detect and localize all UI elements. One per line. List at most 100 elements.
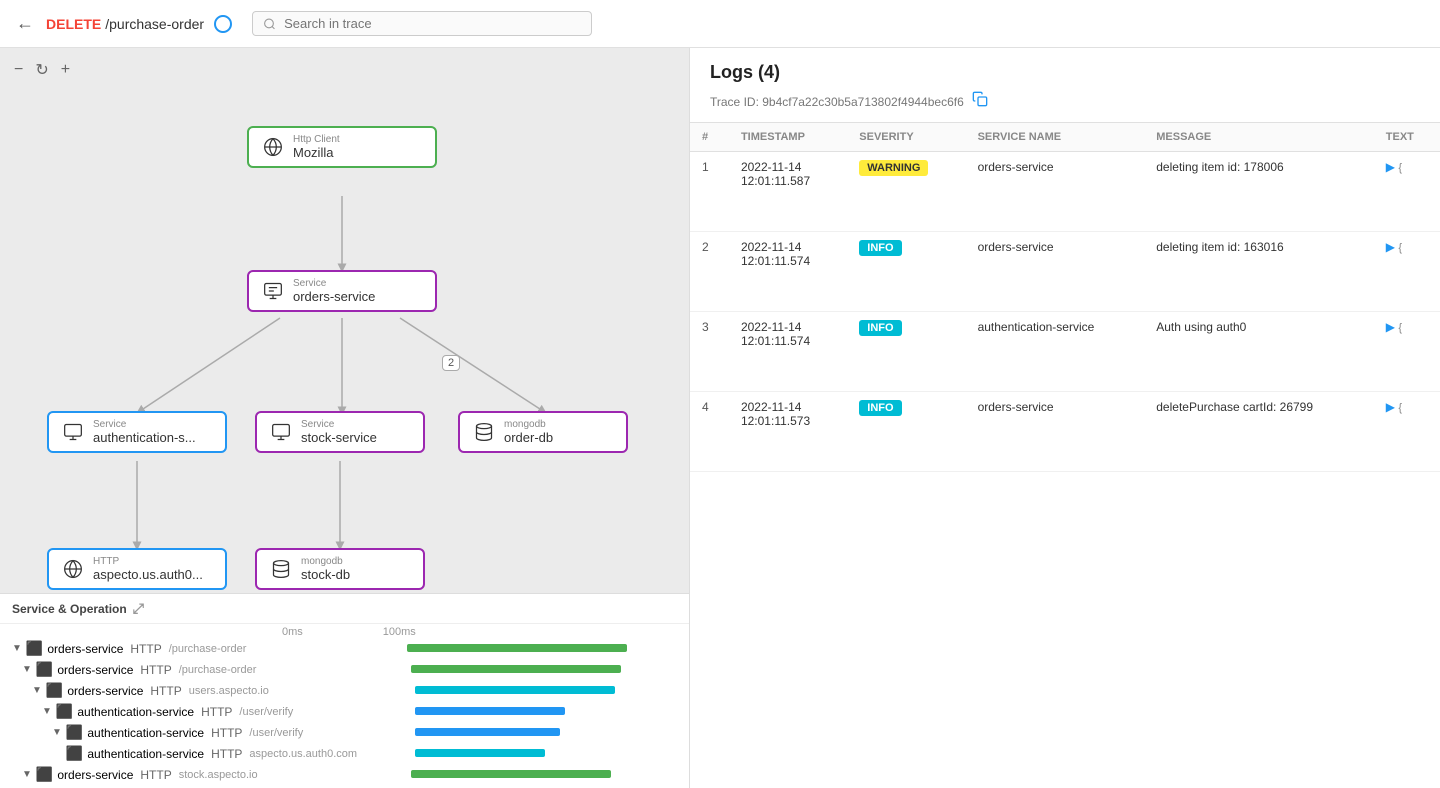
log-message-2: deleting item id: 163016	[1144, 232, 1374, 312]
bottom-list: ▼ ⬛ orders-service HTTP /purchase-order …	[0, 638, 689, 788]
log-num-4: 4	[690, 392, 729, 472]
mongodb-order-type-label: mongodb	[504, 419, 553, 430]
log-timestamp-3: 2022-11-14 12:01:11.574	[729, 312, 847, 392]
stock-service-icon	[269, 420, 293, 444]
log-message-1: deleting item id: 178006	[1144, 152, 1374, 232]
item-protocol-5: HTTP	[211, 747, 242, 761]
timeline-label-0ms: 0ms	[282, 626, 303, 638]
node-auth-service[interactable]: Service authentication-s...	[47, 411, 227, 453]
log-severity-1: WARNING	[847, 152, 965, 232]
col-message: MESSAGE	[1144, 123, 1374, 152]
service-icon-3: ⬛	[56, 703, 73, 720]
header: ← DELETE /purchase-order	[0, 0, 1440, 48]
http-auth-name-label: aspecto.us.auth0...	[93, 567, 203, 582]
log-row-1[interactable]: 1 2022-11-14 12:01:11.587 WARNING orders…	[690, 152, 1440, 232]
http-client-icon	[261, 135, 285, 159]
log-text-3[interactable]: ▶ {	[1374, 312, 1440, 392]
item-path-0: /purchase-order	[169, 643, 247, 655]
log-severity-2: INFO	[847, 232, 965, 312]
zoom-in-button[interactable]: +	[59, 58, 72, 82]
resize-icon: ⤢	[133, 600, 144, 617]
bottom-panel-header: Service & Operation ⤢	[0, 594, 689, 624]
item-service-3: authentication-service	[77, 705, 194, 719]
log-text-1[interactable]: ▶ {	[1374, 152, 1440, 232]
log-num-1: 1	[690, 152, 729, 232]
log-service-1: orders-service	[966, 152, 1145, 232]
node-mongodb-stock[interactable]: mongodb stock-db	[255, 548, 425, 590]
service-icon-4: ⬛	[66, 724, 83, 741]
back-button[interactable]: ←	[16, 13, 34, 34]
service-icon-5: ⬛	[66, 745, 83, 762]
orders-service-icon	[261, 279, 285, 303]
node-http-auth[interactable]: HTTP aspecto.us.auth0...	[47, 548, 227, 590]
timeline-label-100ms: 100ms	[383, 626, 416, 638]
stock-name-label: stock-service	[301, 430, 377, 445]
log-row-2[interactable]: 2 2022-11-14 12:01:11.574 INFO orders-se…	[690, 232, 1440, 312]
col-timestamp: TIMESTAMP	[729, 123, 847, 152]
stock-type-label: Service	[301, 419, 377, 430]
col-text: TEXT	[1374, 123, 1440, 152]
log-row-4[interactable]: 4 2022-11-14 12:01:11.573 INFO orders-se…	[690, 392, 1440, 472]
col-num: #	[690, 123, 729, 152]
search-input[interactable]	[284, 16, 581, 31]
main-layout: − ↻ +	[0, 48, 1440, 788]
chevron-0[interactable]: ▼	[12, 643, 22, 654]
chevron-4[interactable]: ▼	[52, 727, 62, 738]
service-icon-6: ⬛	[36, 766, 53, 783]
reset-button[interactable]: ↻	[33, 58, 50, 82]
graph-controls: − ↻ +	[12, 58, 72, 82]
http-method: DELETE	[46, 16, 101, 32]
auth-name-label: authentication-s...	[93, 430, 196, 445]
search-bar[interactable]	[252, 11, 592, 36]
col-severity: SEVERITY	[847, 123, 965, 152]
item-path-5: aspecto.us.auth0.com	[249, 748, 357, 760]
log-row-3[interactable]: 3 2022-11-14 12:01:11.574 INFO authentic…	[690, 312, 1440, 392]
node-http-client[interactable]: Http Client Mozilla	[247, 126, 437, 168]
copy-icon[interactable]	[972, 91, 988, 112]
item-protocol-3: HTTP	[201, 705, 232, 719]
item-path-4: /user/verify	[249, 727, 303, 739]
chevron-3[interactable]: ▼	[42, 706, 52, 717]
mongodb-stock-icon	[269, 557, 293, 581]
log-service-2: orders-service	[966, 232, 1145, 312]
log-num-3: 3	[690, 312, 729, 392]
chevron-6[interactable]: ▼	[22, 769, 32, 780]
item-path-1: /purchase-order	[179, 664, 257, 676]
zoom-out-button[interactable]: −	[12, 58, 25, 82]
item-service-4: authentication-service	[87, 726, 204, 740]
status-circle	[214, 15, 232, 33]
log-message-3: Auth using auth0	[1144, 312, 1374, 392]
node-type-label: Http Client	[293, 134, 340, 145]
item-service-1: orders-service	[57, 663, 133, 677]
chevron-2[interactable]: ▼	[32, 685, 42, 696]
mongodb-order-name-label: order-db	[504, 430, 553, 445]
node-stock-service[interactable]: Service stock-service	[255, 411, 425, 453]
item-service-2: orders-service	[67, 684, 143, 698]
item-path-2: users.aspecto.io	[189, 685, 269, 697]
log-message-4: deletePurchase cartId: 26799	[1144, 392, 1374, 472]
node-name-label: Mozilla	[293, 145, 340, 160]
service-icon-2: ⬛	[46, 682, 63, 699]
node-mongodb-order[interactable]: mongodb order-db	[458, 411, 628, 453]
logs-title: Logs (4)	[690, 48, 1440, 89]
right-panel: Logs (4) Trace ID: 9b4cf7a22c30b5a713802…	[690, 48, 1440, 788]
log-severity-3: INFO	[847, 312, 965, 392]
mongodb-order-icon	[472, 420, 496, 444]
log-timestamp-4: 2022-11-14 12:01:11.573	[729, 392, 847, 472]
log-service-4: orders-service	[966, 392, 1145, 472]
graph-area: − ↻ +	[0, 48, 689, 593]
log-timestamp-1: 2022-11-14 12:01:11.587	[729, 152, 847, 232]
item-protocol-6: HTTP	[140, 768, 171, 782]
log-text-4[interactable]: ▶ {	[1374, 392, 1440, 472]
item-path-3: /user/verify	[239, 706, 293, 718]
item-service-6: orders-service	[57, 768, 133, 782]
log-num-2: 2	[690, 232, 729, 312]
log-text-2[interactable]: ▶ {	[1374, 232, 1440, 312]
bottom-panel: Service & Operation ⤢ 0ms 100ms ▼ ⬛ orde…	[0, 593, 689, 788]
col-service: SERVICE NAME	[966, 123, 1145, 152]
chevron-1[interactable]: ▼	[22, 664, 32, 675]
service-icon-1: ⬛	[36, 661, 53, 678]
trace-id-row: Trace ID: 9b4cf7a22c30b5a713802f4944bec6…	[690, 89, 1440, 122]
node-orders-service[interactable]: Service orders-service	[247, 270, 437, 312]
http-auth-type-label: HTTP	[93, 556, 203, 567]
